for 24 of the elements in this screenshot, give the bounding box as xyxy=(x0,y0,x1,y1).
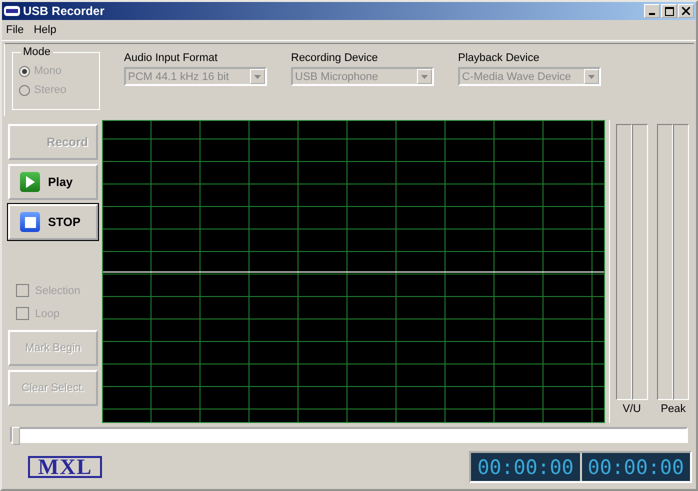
slider-thumb[interactable] xyxy=(12,427,20,445)
position-slider[interactable] xyxy=(10,427,688,443)
maximize-icon xyxy=(664,6,674,16)
stop-icon xyxy=(20,212,40,232)
minimize-button[interactable] xyxy=(644,4,660,18)
play-button[interactable]: Play xyxy=(8,164,98,200)
close-button[interactable] xyxy=(678,4,694,18)
brand-logo: MXL xyxy=(28,456,102,478)
field-label: Playback Device xyxy=(458,52,540,64)
group-title: Mode xyxy=(21,46,53,58)
window-title: USB Recorder xyxy=(23,4,106,18)
field-label: Audio Input Format xyxy=(124,52,219,64)
time-display: 00:00:00 xyxy=(582,453,690,481)
meter-label: V/U xyxy=(622,403,641,415)
play-icon xyxy=(20,172,40,192)
close-icon xyxy=(682,7,690,15)
field-label: Recording Device xyxy=(291,52,379,64)
menu-item[interactable]: Help xyxy=(34,24,56,36)
stop-button[interactable]: STOP xyxy=(8,204,98,240)
meter-label: Peak xyxy=(660,403,686,415)
time-display: 00:00:00 xyxy=(471,453,580,481)
maximize-button[interactable] xyxy=(661,4,677,18)
app-logo-icon xyxy=(4,6,20,16)
menu-item[interactable]: File xyxy=(6,24,24,36)
